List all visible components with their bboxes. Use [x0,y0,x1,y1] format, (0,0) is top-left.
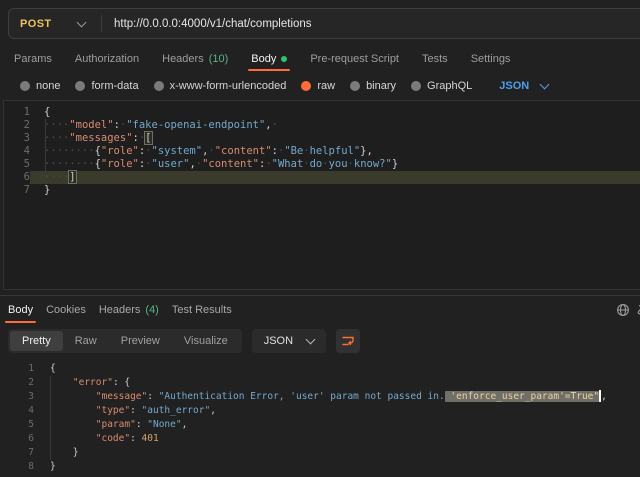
tab-pre-request-script[interactable]: Pre-request Script [310,47,399,71]
code-line: 8} [0,460,640,474]
request-url-bar: POST http://0.0.0.0:4000/v1/chat/complet… [8,8,640,39]
radio-x-www-form-urlencoded[interactable]: x-www-form-urlencoded [154,80,287,92]
line-number: 6 [4,171,30,184]
line-number: 1 [4,106,30,119]
clipped-icon[interactable] [636,303,640,317]
tab-params[interactable]: Params [14,47,52,71]
view-mode-control: Pretty Raw Preview Visualize [8,329,242,353]
line-number: 5 [4,158,30,171]
url-input[interactable]: http://0.0.0.0:4000/v1/chat/completions [114,18,312,30]
line-number: 8 [0,460,34,474]
response-tab-cookies[interactable]: Cookies [46,296,86,323]
postman-window: POST http://0.0.0.0:4000/v1/chat/complet… [0,0,640,477]
code-line: 5········{"role":·"user",·"content":·"Wh… [4,158,640,171]
tab-body[interactable]: Body [251,47,287,71]
radio-icon [75,81,85,91]
view-visualize-button[interactable]: Visualize [172,331,240,351]
response-tab-test-results[interactable]: Test Results [172,296,232,323]
radio-selected-icon [301,81,311,91]
response-tabs: Body Cookies Headers(4) Test Results [0,295,640,323]
request-tabs: Params Authorization Headers(10) Body Pr… [0,47,640,71]
line-number: 5 [0,418,34,432]
code-line: 2····"model":·"fake-openai-endpoint",· [4,119,640,132]
headers-count: (10) [209,53,229,65]
code-line: 2 "error": { [0,376,640,390]
request-code: 1{2····"model":·"fake-openai-endpoint",·… [4,106,640,197]
radio-binary[interactable]: binary [350,80,396,92]
code-line: 6 "code": 401 [0,432,640,446]
tab-tests[interactable]: Tests [422,47,448,71]
response-headers-count: (4) [145,304,158,316]
response-body-editor[interactable]: 1{2 "error": {3 "message": "Authenticati… [0,357,640,477]
radio-raw[interactable]: raw [301,80,335,92]
response-tab-body[interactable]: Body [8,296,33,323]
line-number: 7 [0,446,34,460]
line-number: 1 [0,362,34,376]
code-line: 6····] [4,171,640,184]
radio-icon [411,81,421,91]
line-number: 3 [0,390,34,404]
line-number: 2 [4,119,30,132]
tab-settings[interactable]: Settings [471,47,511,71]
request-body-editor[interactable]: 1{2····"model":·"fake-openai-endpoint",·… [3,100,640,290]
line-number: 3 [4,132,30,145]
view-pretty-button[interactable]: Pretty [10,331,63,351]
divider [101,15,102,32]
radio-form-data[interactable]: form-data [75,80,138,92]
code-line: 5 "param": "None", [0,418,640,432]
chevron-down-icon [540,80,550,90]
chevron-down-icon [306,335,316,345]
line-number: 2 [0,376,34,390]
radio-icon [154,81,164,91]
code-line: 7 } [0,446,640,460]
view-raw-button[interactable]: Raw [63,331,109,351]
method-select[interactable]: POST [9,18,85,30]
response-language-select[interactable]: JSON [252,329,326,353]
method-label: POST [20,18,56,30]
code-line: 3····"messages":·[ [4,132,640,145]
indent-guide [45,119,46,184]
wrap-text-button[interactable] [336,329,360,353]
code-line: 1{ [4,106,640,119]
tab-headers[interactable]: Headers(10) [162,47,228,71]
line-number: 6 [0,432,34,446]
wrap-text-icon [341,334,355,348]
radio-none[interactable]: none [20,80,60,92]
radio-icon [350,81,360,91]
line-number: 4 [0,404,34,418]
request-language-select[interactable]: JSON [499,80,548,92]
chevron-down-icon [77,17,87,27]
response-code: 1{2 "error": {3 "message": "Authenticati… [0,362,640,474]
indent-guide [50,376,51,460]
line-number: 7 [4,184,30,197]
body-type-row: none form-data x-www-form-urlencoded raw… [0,75,640,97]
code-line: 1{ [0,362,640,376]
radio-graphql[interactable]: GraphQL [411,80,472,92]
globe-icon[interactable] [616,303,630,317]
tab-authorization[interactable]: Authorization [75,47,139,71]
line-number: 4 [4,145,30,158]
code-line: 4········{"role":·"system",·"content":·"… [4,145,640,158]
view-preview-button[interactable]: Preview [109,331,172,351]
code-line: 4 "type": "auth_error", [0,404,640,418]
code-line: 7} [4,184,640,197]
response-toolbar: Pretty Raw Preview Visualize JSON [8,329,360,353]
code-line: 3 "message": "Authentication Error, 'use… [0,390,640,404]
radio-icon [20,81,30,91]
body-modified-dot-icon [281,56,287,62]
response-tab-headers[interactable]: Headers(4) [99,296,159,323]
